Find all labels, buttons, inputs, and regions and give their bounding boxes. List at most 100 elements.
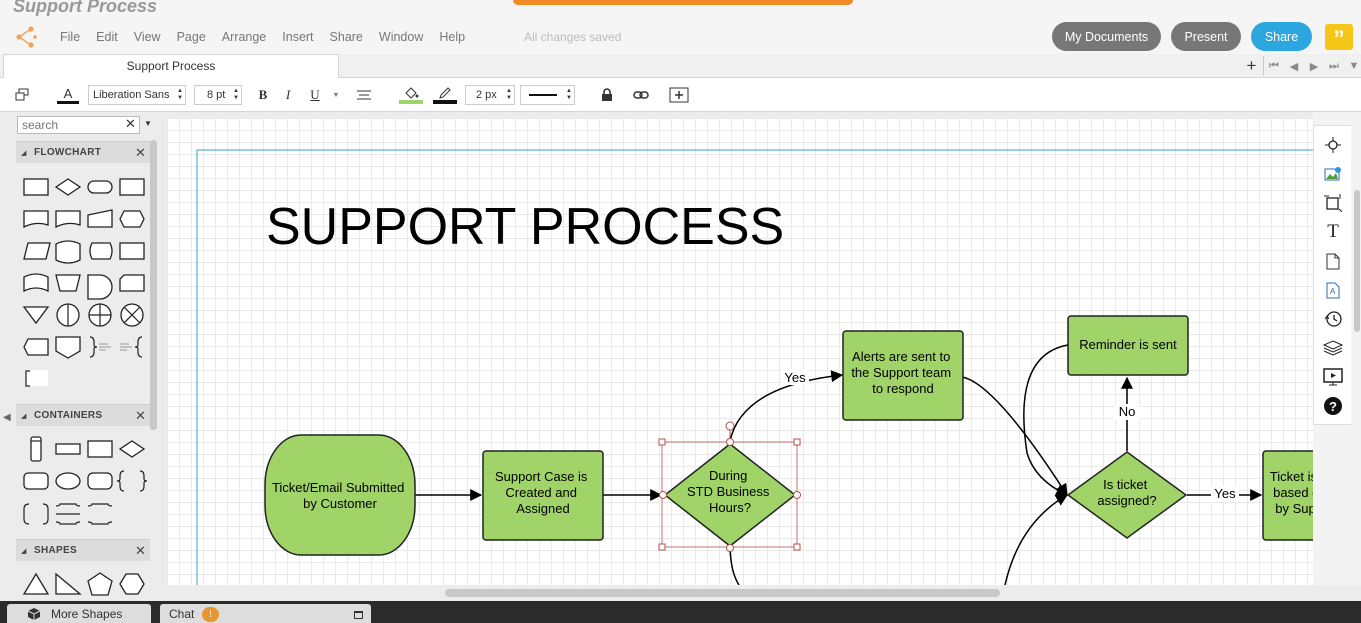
display-shape[interactable] bbox=[23, 338, 49, 356]
connection-point-right[interactable] bbox=[793, 491, 801, 499]
more-shapes-button[interactable]: More Shapes bbox=[7, 604, 151, 623]
menu-edit[interactable]: Edit bbox=[88, 29, 126, 45]
text-color-button[interactable]: A bbox=[57, 85, 79, 105]
menu-help[interactable]: Help bbox=[431, 29, 473, 45]
text-tool-icon[interactable]: T bbox=[1323, 221, 1343, 242]
brackets-container-shape[interactable] bbox=[23, 503, 49, 525]
menu-window[interactable]: Window bbox=[371, 29, 431, 45]
resize-handle-ne[interactable] bbox=[793, 438, 801, 446]
text-align-icon[interactable] bbox=[354, 85, 374, 105]
rotate-handle[interactable] bbox=[725, 421, 735, 431]
page-icon[interactable] bbox=[1323, 251, 1343, 271]
last-page-icon[interactable]: ⏭ bbox=[1324, 60, 1344, 73]
underline-button[interactable]: U bbox=[307, 85, 323, 105]
tab-menu-chevron-down-icon[interactable]: ▼ bbox=[1344, 60, 1361, 72]
horizontal-pool-shape[interactable] bbox=[55, 443, 81, 455]
search-menu-chevron-down-icon[interactable]: ▼ bbox=[144, 119, 152, 128]
theme-icon[interactable]: A bbox=[1323, 280, 1343, 300]
resize-handle-se[interactable] bbox=[793, 543, 801, 551]
collapse-sidebar-chevron-left-icon[interactable]: ◀ bbox=[3, 412, 11, 423]
insert-shape-plus-icon[interactable] bbox=[668, 85, 690, 105]
line-color-button[interactable] bbox=[432, 85, 458, 105]
menu-insert[interactable]: Insert bbox=[274, 29, 321, 45]
document-shape[interactable] bbox=[23, 210, 49, 229]
connection-point-bottom[interactable] bbox=[726, 544, 734, 552]
menu-page[interactable]: Page bbox=[169, 29, 214, 45]
history-icon[interactable] bbox=[1323, 309, 1343, 329]
italic-button[interactable]: I bbox=[280, 85, 296, 105]
rect-container-shape[interactable] bbox=[87, 440, 113, 458]
connection-point-top[interactable] bbox=[726, 438, 734, 446]
share-button[interactable]: Share bbox=[1251, 22, 1312, 51]
internal-storage-shape[interactable] bbox=[119, 242, 145, 260]
link-icon[interactable] bbox=[631, 85, 651, 105]
close-section-icon[interactable]: ✕ bbox=[135, 145, 146, 161]
off-page-connector-shape[interactable] bbox=[55, 336, 81, 359]
resize-page-icon[interactable] bbox=[1323, 193, 1343, 213]
connection-point-left[interactable] bbox=[659, 491, 667, 499]
flowchart-section-header[interactable]: ◢ FLOWCHART ✕ bbox=[16, 141, 150, 163]
braces-container-shape[interactable] bbox=[116, 470, 148, 492]
shape-search-input[interactable] bbox=[17, 116, 140, 134]
merge-shape[interactable] bbox=[22, 306, 50, 325]
brace-shape[interactable] bbox=[89, 336, 98, 358]
search-clear-icon[interactable]: ✕ bbox=[125, 116, 136, 132]
tab-container-shape[interactable] bbox=[55, 503, 81, 525]
menu-arrange[interactable]: Arrange bbox=[214, 29, 274, 45]
process-shape[interactable] bbox=[23, 178, 49, 196]
lock-icon[interactable] bbox=[598, 85, 616, 105]
rounded-container-shape[interactable] bbox=[23, 472, 49, 490]
node-submitted-shape[interactable] bbox=[264, 434, 416, 556]
layers-icon[interactable] bbox=[1323, 338, 1343, 358]
manual-input-shape[interactable] bbox=[87, 209, 113, 228]
document-title[interactable]: Support Process bbox=[13, 0, 157, 17]
add-page-button[interactable]: + bbox=[1240, 56, 1264, 76]
font-size-field[interactable]: 8 pt ▲ ▼ bbox=[194, 85, 242, 105]
rounded-rect-container-shape[interactable] bbox=[87, 472, 113, 490]
close-section-icon[interactable]: ✕ bbox=[135, 543, 146, 559]
direct-data-shape[interactable] bbox=[89, 242, 113, 260]
crosshair-icon[interactable] bbox=[1323, 135, 1343, 155]
triangle-shape[interactable] bbox=[22, 572, 50, 595]
edge-hours-down[interactable] bbox=[729, 547, 740, 585]
menu-file[interactable]: File bbox=[52, 29, 88, 45]
format-painter-icon[interactable] bbox=[12, 85, 32, 105]
chat-tab[interactable]: Chat ! bbox=[160, 604, 371, 623]
decision-shape[interactable] bbox=[54, 178, 82, 196]
node-reviewed-label[interactable]: Ticket is reviewed based on priority by … bbox=[1270, 469, 1313, 516]
notification-strip[interactable] bbox=[513, 0, 853, 5]
my-documents-button[interactable]: My Documents bbox=[1052, 22, 1161, 51]
preparation-shape[interactable] bbox=[119, 210, 145, 228]
predefined-process-shape[interactable] bbox=[119, 178, 145, 196]
hexagon-shape[interactable] bbox=[119, 573, 145, 595]
feedback-quote-button[interactable]: ” bbox=[1325, 24, 1353, 51]
blank-shape[interactable] bbox=[26, 370, 48, 386]
multi-document-shape[interactable] bbox=[55, 210, 81, 229]
line-style-select[interactable]: ▲ ▼ bbox=[520, 85, 575, 105]
diamond-container-shape[interactable] bbox=[118, 440, 146, 458]
pentagon-shape[interactable] bbox=[87, 572, 113, 596]
resize-handle-sw[interactable] bbox=[658, 543, 666, 551]
containers-section-header[interactable]: ◢ CONTAINERS ✕ bbox=[16, 404, 150, 426]
node-reminder-label[interactable]: Reminder is sent bbox=[1079, 337, 1177, 352]
database-shape[interactable] bbox=[55, 240, 81, 264]
ellipse-container-shape[interactable] bbox=[55, 472, 81, 490]
menu-view[interactable]: View bbox=[126, 29, 169, 45]
terminator-shape[interactable] bbox=[87, 180, 113, 194]
image-icon[interactable] bbox=[1323, 164, 1343, 184]
sidebar-scrollbar[interactable] bbox=[150, 140, 157, 430]
edge-alerts-to-assigned[interactable] bbox=[961, 376, 1068, 497]
edge-bottom-to-assigned[interactable] bbox=[1004, 494, 1069, 585]
prev-page-icon[interactable]: ◀ bbox=[1284, 60, 1304, 73]
left-brace-shape[interactable] bbox=[134, 336, 143, 358]
present-button[interactable]: Present bbox=[1171, 22, 1241, 51]
diagram-canvas[interactable]: SUPPORT PROCESS Yes No Yes Ticket/Email … bbox=[167, 118, 1313, 585]
presentation-icon[interactable] bbox=[1323, 367, 1343, 387]
delay-shape[interactable] bbox=[87, 274, 113, 300]
edge-reminder-to-assigned[interactable] bbox=[1023, 344, 1069, 496]
underline-chevron-down-icon[interactable]: ▼ bbox=[330, 85, 342, 105]
menu-share[interactable]: Share bbox=[322, 29, 371, 45]
help-icon[interactable]: ? bbox=[1323, 396, 1343, 416]
first-page-icon[interactable]: ⏮ bbox=[1264, 60, 1284, 73]
canvas-horizontal-scrollbar[interactable] bbox=[445, 589, 1000, 597]
